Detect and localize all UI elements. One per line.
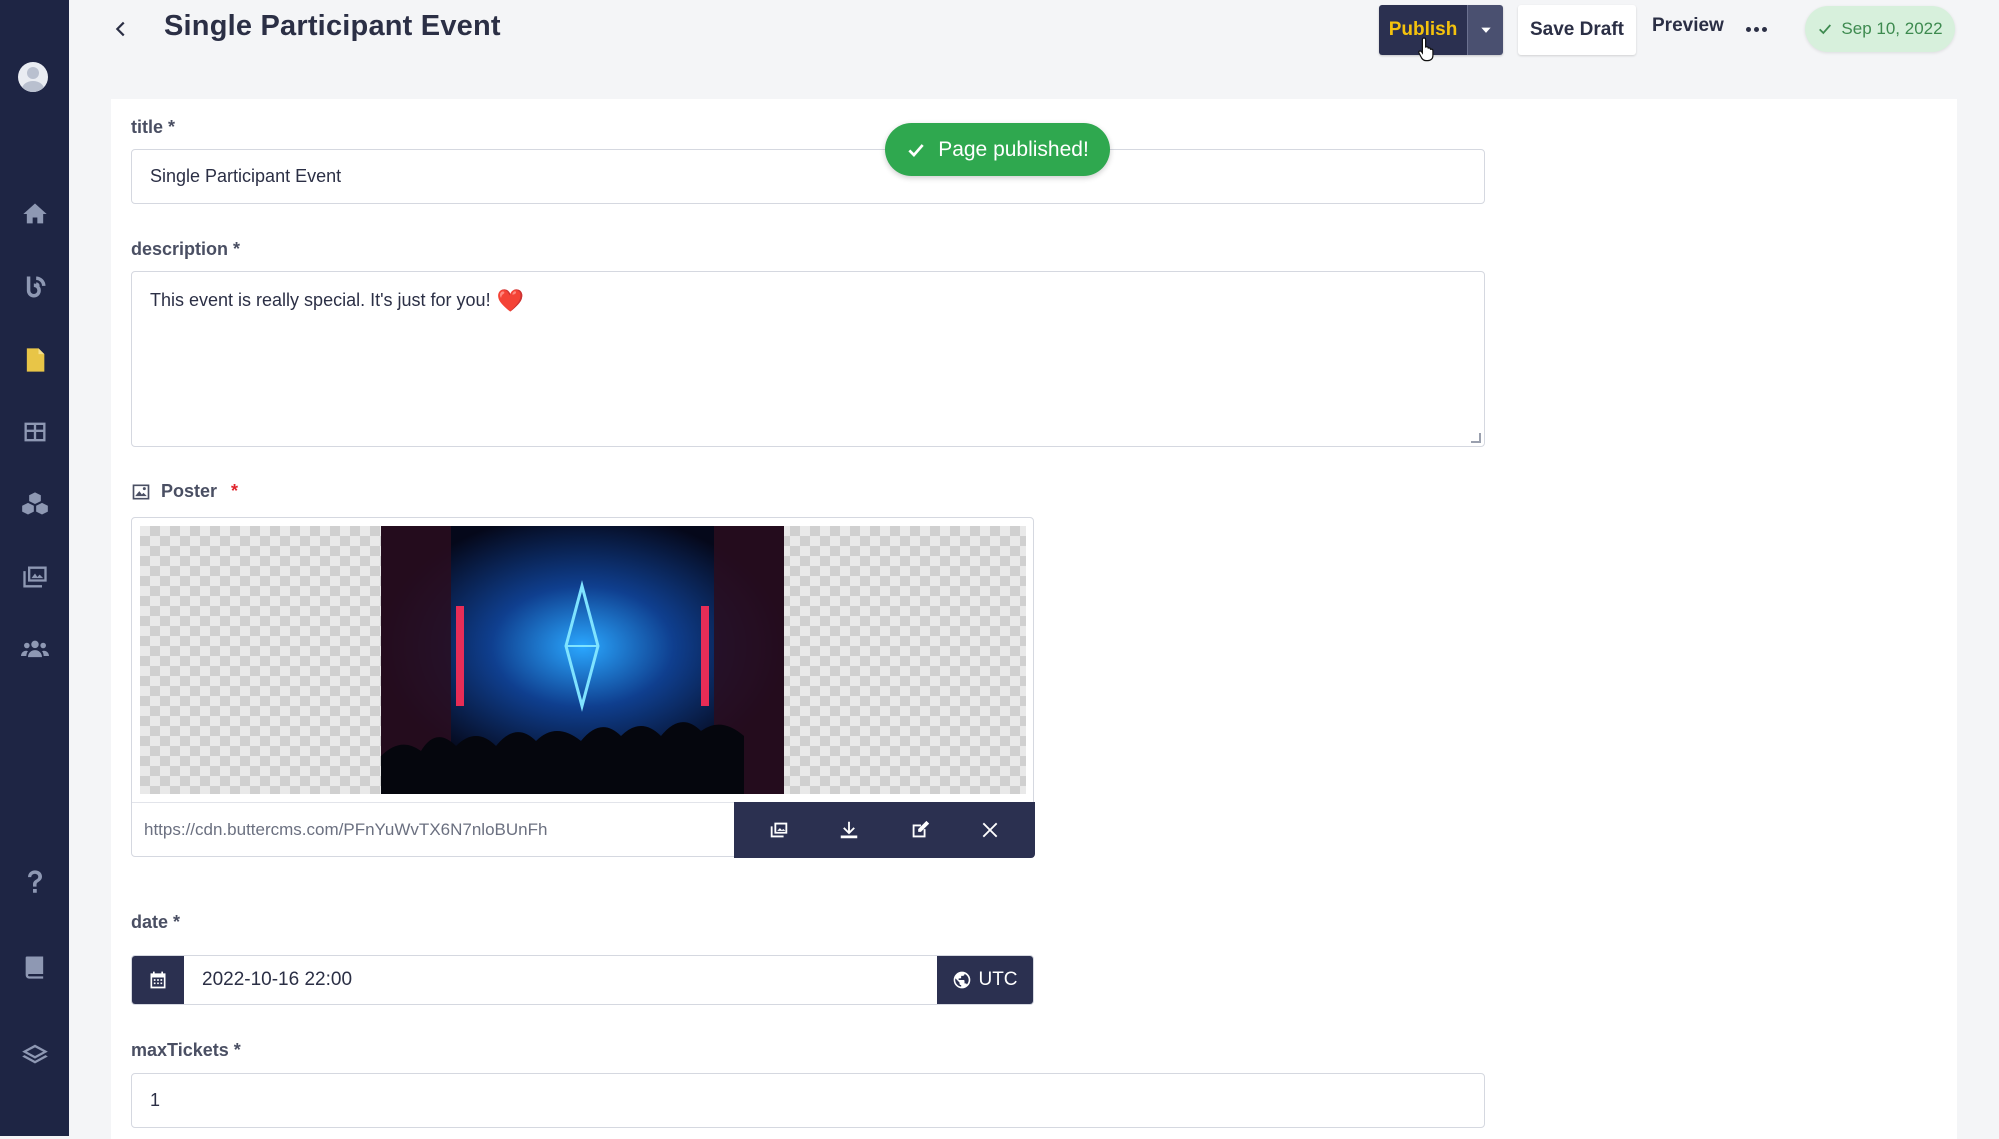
toast-message: Page published! bbox=[938, 137, 1089, 161]
resize-handle[interactable] bbox=[1471, 433, 1481, 443]
image-icon bbox=[132, 484, 150, 499]
globe-icon bbox=[954, 971, 971, 989]
title-label: title * bbox=[131, 117, 176, 137]
docs-icon[interactable] bbox=[0, 947, 69, 987]
preview-button[interactable]: Preview bbox=[1652, 15, 1724, 37]
home-icon[interactable] bbox=[0, 194, 69, 234]
timezone-button[interactable]: UTC bbox=[937, 956, 1033, 1004]
poster-label: Poster * bbox=[131, 481, 238, 502]
close-icon[interactable] bbox=[975, 815, 1005, 845]
components-icon[interactable] bbox=[0, 484, 69, 524]
download-icon[interactable] bbox=[834, 815, 864, 845]
image-gallery-icon[interactable] bbox=[764, 815, 794, 845]
page-title: Single Participant Event bbox=[164, 10, 501, 42]
poster-field: https://cdn.buttercms.com/PFnYuWvTX6N7nl… bbox=[131, 517, 1035, 858]
caret-down-icon bbox=[1480, 27, 1491, 33]
save-draft-button[interactable]: Save Draft bbox=[1518, 5, 1636, 55]
pages-icon[interactable] bbox=[0, 340, 69, 380]
back-button[interactable] bbox=[110, 14, 132, 44]
sidebar bbox=[0, 0, 69, 1136]
check-icon bbox=[1819, 24, 1832, 35]
publish-options-button[interactable] bbox=[1467, 5, 1503, 55]
date-label: date * bbox=[131, 912, 181, 932]
check-icon bbox=[908, 143, 924, 157]
description-label: description * bbox=[131, 239, 241, 259]
status-date: Sep 10, 2022 bbox=[1841, 19, 1943, 38]
publish-button-group: Publish bbox=[1379, 5, 1503, 55]
calendar-button[interactable] bbox=[132, 956, 184, 1004]
maxtickets-input[interactable]: 1 bbox=[131, 1073, 1485, 1128]
collections-icon[interactable] bbox=[0, 412, 69, 452]
transparency-background bbox=[140, 526, 1026, 794]
required-mark: * bbox=[231, 481, 239, 501]
hand-cursor-icon bbox=[1418, 37, 1434, 62]
description-text: This event is really special. It's just … bbox=[150, 290, 491, 310]
poster-toolbar bbox=[734, 802, 1035, 858]
users-icon[interactable] bbox=[0, 629, 69, 669]
date-field: 2022-10-16 22:00 UTC bbox=[131, 955, 1034, 1005]
layers-icon[interactable] bbox=[0, 1034, 69, 1074]
chevron-left-icon bbox=[115, 21, 125, 37]
edit-icon[interactable] bbox=[905, 815, 935, 845]
title-input[interactable]: Single Participant Event bbox=[131, 149, 1485, 204]
poster-url[interactable]: https://cdn.buttercms.com/PFnYuWvTX6N7nl… bbox=[132, 802, 734, 856]
status-badge: Sep 10, 2022 bbox=[1805, 6, 1955, 52]
success-toast: Page published! bbox=[885, 123, 1110, 176]
calendar-icon bbox=[150, 971, 166, 989]
help-icon[interactable] bbox=[0, 862, 69, 902]
description-textarea[interactable]: This event is really special. It's just … bbox=[131, 271, 1485, 447]
date-input[interactable]: 2022-10-16 22:00 bbox=[184, 956, 937, 1004]
poster-image[interactable] bbox=[381, 526, 784, 794]
maxtickets-label: maxTickets * bbox=[131, 1040, 241, 1060]
more-options-button[interactable] bbox=[1742, 15, 1770, 43]
media-icon[interactable] bbox=[0, 557, 69, 597]
heart-emoji: ❤️ bbox=[496, 288, 524, 313]
avatar[interactable] bbox=[18, 62, 48, 92]
blog-icon[interactable] bbox=[0, 267, 69, 307]
